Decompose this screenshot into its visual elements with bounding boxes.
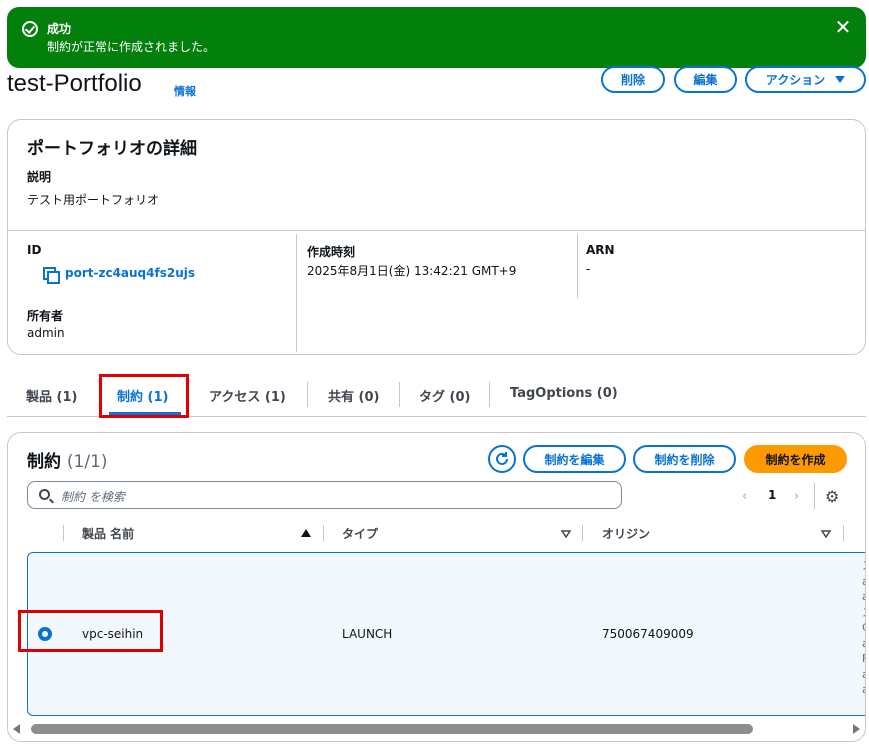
- gear-icon[interactable]: ⚙: [825, 487, 839, 506]
- truncated-char: a: [862, 667, 865, 683]
- truncated-char: a: [862, 636, 865, 652]
- column-divider: [296, 234, 297, 352]
- portfolio-details-card: ポートフォリオの詳細 説明 テスト用ポートフォリオ ID port-zc4auq…: [7, 119, 866, 355]
- scrollbar-thumb[interactable]: [31, 724, 753, 734]
- scroll-right-icon[interactable]: [853, 724, 860, 734]
- tab-share[interactable]: 共有 (0): [328, 386, 379, 405]
- tab-products[interactable]: 製品 (1): [26, 386, 77, 405]
- cell-origin: 750067409009: [602, 627, 694, 641]
- column-separator: [323, 525, 324, 541]
- tab-separator: [399, 382, 400, 407]
- success-flashbar: 成功 制約が正常に作成されました。 ✕: [7, 7, 866, 68]
- search-placeholder: 制約 を検索: [61, 490, 125, 504]
- delete-button[interactable]: 削除: [601, 66, 665, 93]
- delete-constraint-button[interactable]: 制約を削除: [633, 445, 736, 473]
- create-constraint-button[interactable]: 制約を作成: [744, 445, 847, 473]
- edit-constraint-button[interactable]: 制約を編集: [523, 445, 626, 473]
- details-heading: ポートフォリオの詳細: [27, 139, 197, 159]
- owner-value: admin: [27, 326, 65, 340]
- caret-down-icon: [835, 76, 846, 83]
- actions-label: アクション: [765, 73, 826, 87]
- constraints-title: 制約: [27, 452, 61, 472]
- constraints-heading: 制約 (1/1): [27, 447, 108, 472]
- page-number[interactable]: 1: [768, 488, 776, 502]
- refresh-icon: [496, 452, 508, 465]
- truncated-char: C: [862, 620, 865, 636]
- success-check-icon: [22, 21, 38, 37]
- tab-tags[interactable]: タグ (0): [419, 386, 470, 405]
- column-header-type[interactable]: タイプ: [342, 525, 378, 542]
- constraints-count: (1/1): [66, 452, 108, 472]
- copy-icon[interactable]: [43, 267, 60, 284]
- arn-label: ARN: [586, 243, 615, 257]
- constraints-table-card: 制約 (1/1) 制約を編集 制約を削除 制約を作成 制約 を検索 ‹ 1 › …: [7, 432, 866, 742]
- search-input[interactable]: 制約 を検索: [27, 481, 622, 509]
- description-value: テスト用ポートフォリオ: [27, 193, 160, 207]
- flash-title: 成功: [47, 22, 72, 36]
- tab-separator: [489, 382, 490, 407]
- refresh-button[interactable]: [488, 445, 516, 473]
- tab-tagoptions[interactable]: TagOptions (0): [510, 386, 618, 401]
- truncated-char: a: [862, 574, 865, 590]
- truncated-char: ス: [862, 605, 865, 621]
- created-label: 作成時刻: [307, 245, 356, 259]
- edit-button[interactable]: 編集: [674, 66, 737, 93]
- truncated-char: a: [862, 682, 865, 698]
- column-header-product[interactable]: 製品 名前: [82, 525, 134, 542]
- cell-type: LAUNCH: [342, 627, 393, 641]
- page-title: test-Portfolio: [7, 70, 142, 97]
- highlight-box-tab: [99, 374, 189, 418]
- arn-value: -: [586, 262, 591, 276]
- actions-dropdown[interactable]: アクション: [745, 66, 866, 93]
- prev-page-icon[interactable]: ‹: [742, 489, 747, 504]
- column-separator: [843, 525, 844, 541]
- truncated-char: F: [862, 651, 865, 667]
- pager-separator: [814, 483, 815, 509]
- column-header-origin[interactable]: オリジン: [602, 525, 650, 542]
- next-page-icon[interactable]: ›: [794, 489, 799, 504]
- highlight-box-row: [18, 610, 163, 652]
- close-icon[interactable]: ✕: [833, 17, 853, 37]
- truncated-column: ス a a ス C a F a a: [862, 558, 865, 698]
- owner-label: 所有者: [27, 309, 64, 323]
- sort-icon[interactable]: [821, 530, 831, 538]
- divider: [8, 230, 865, 231]
- sort-icon[interactable]: [561, 530, 571, 538]
- flash-message: 制約が正常に作成されました。: [47, 40, 216, 54]
- description-label: 説明: [27, 170, 52, 184]
- truncated-char: ス: [862, 558, 865, 574]
- id-value-link[interactable]: port-zc4auq4fs2ujs: [65, 266, 195, 280]
- info-link[interactable]: 情報: [174, 83, 196, 99]
- truncated-char: a: [862, 589, 865, 605]
- created-value: 2025年8月1日(金) 13:42:21 GMT+9: [307, 264, 517, 278]
- tab-access[interactable]: アクセス (1): [209, 386, 286, 405]
- id-label: ID: [27, 243, 42, 257]
- horizontal-scrollbar[interactable]: [7, 723, 866, 735]
- column-separator: [582, 525, 583, 541]
- search-icon: [39, 489, 50, 500]
- sort-ascending-icon[interactable]: [301, 529, 311, 537]
- column-separator: [63, 525, 64, 541]
- scroll-left-icon[interactable]: [13, 724, 20, 734]
- column-divider: [577, 234, 578, 298]
- tab-separator: [307, 382, 308, 407]
